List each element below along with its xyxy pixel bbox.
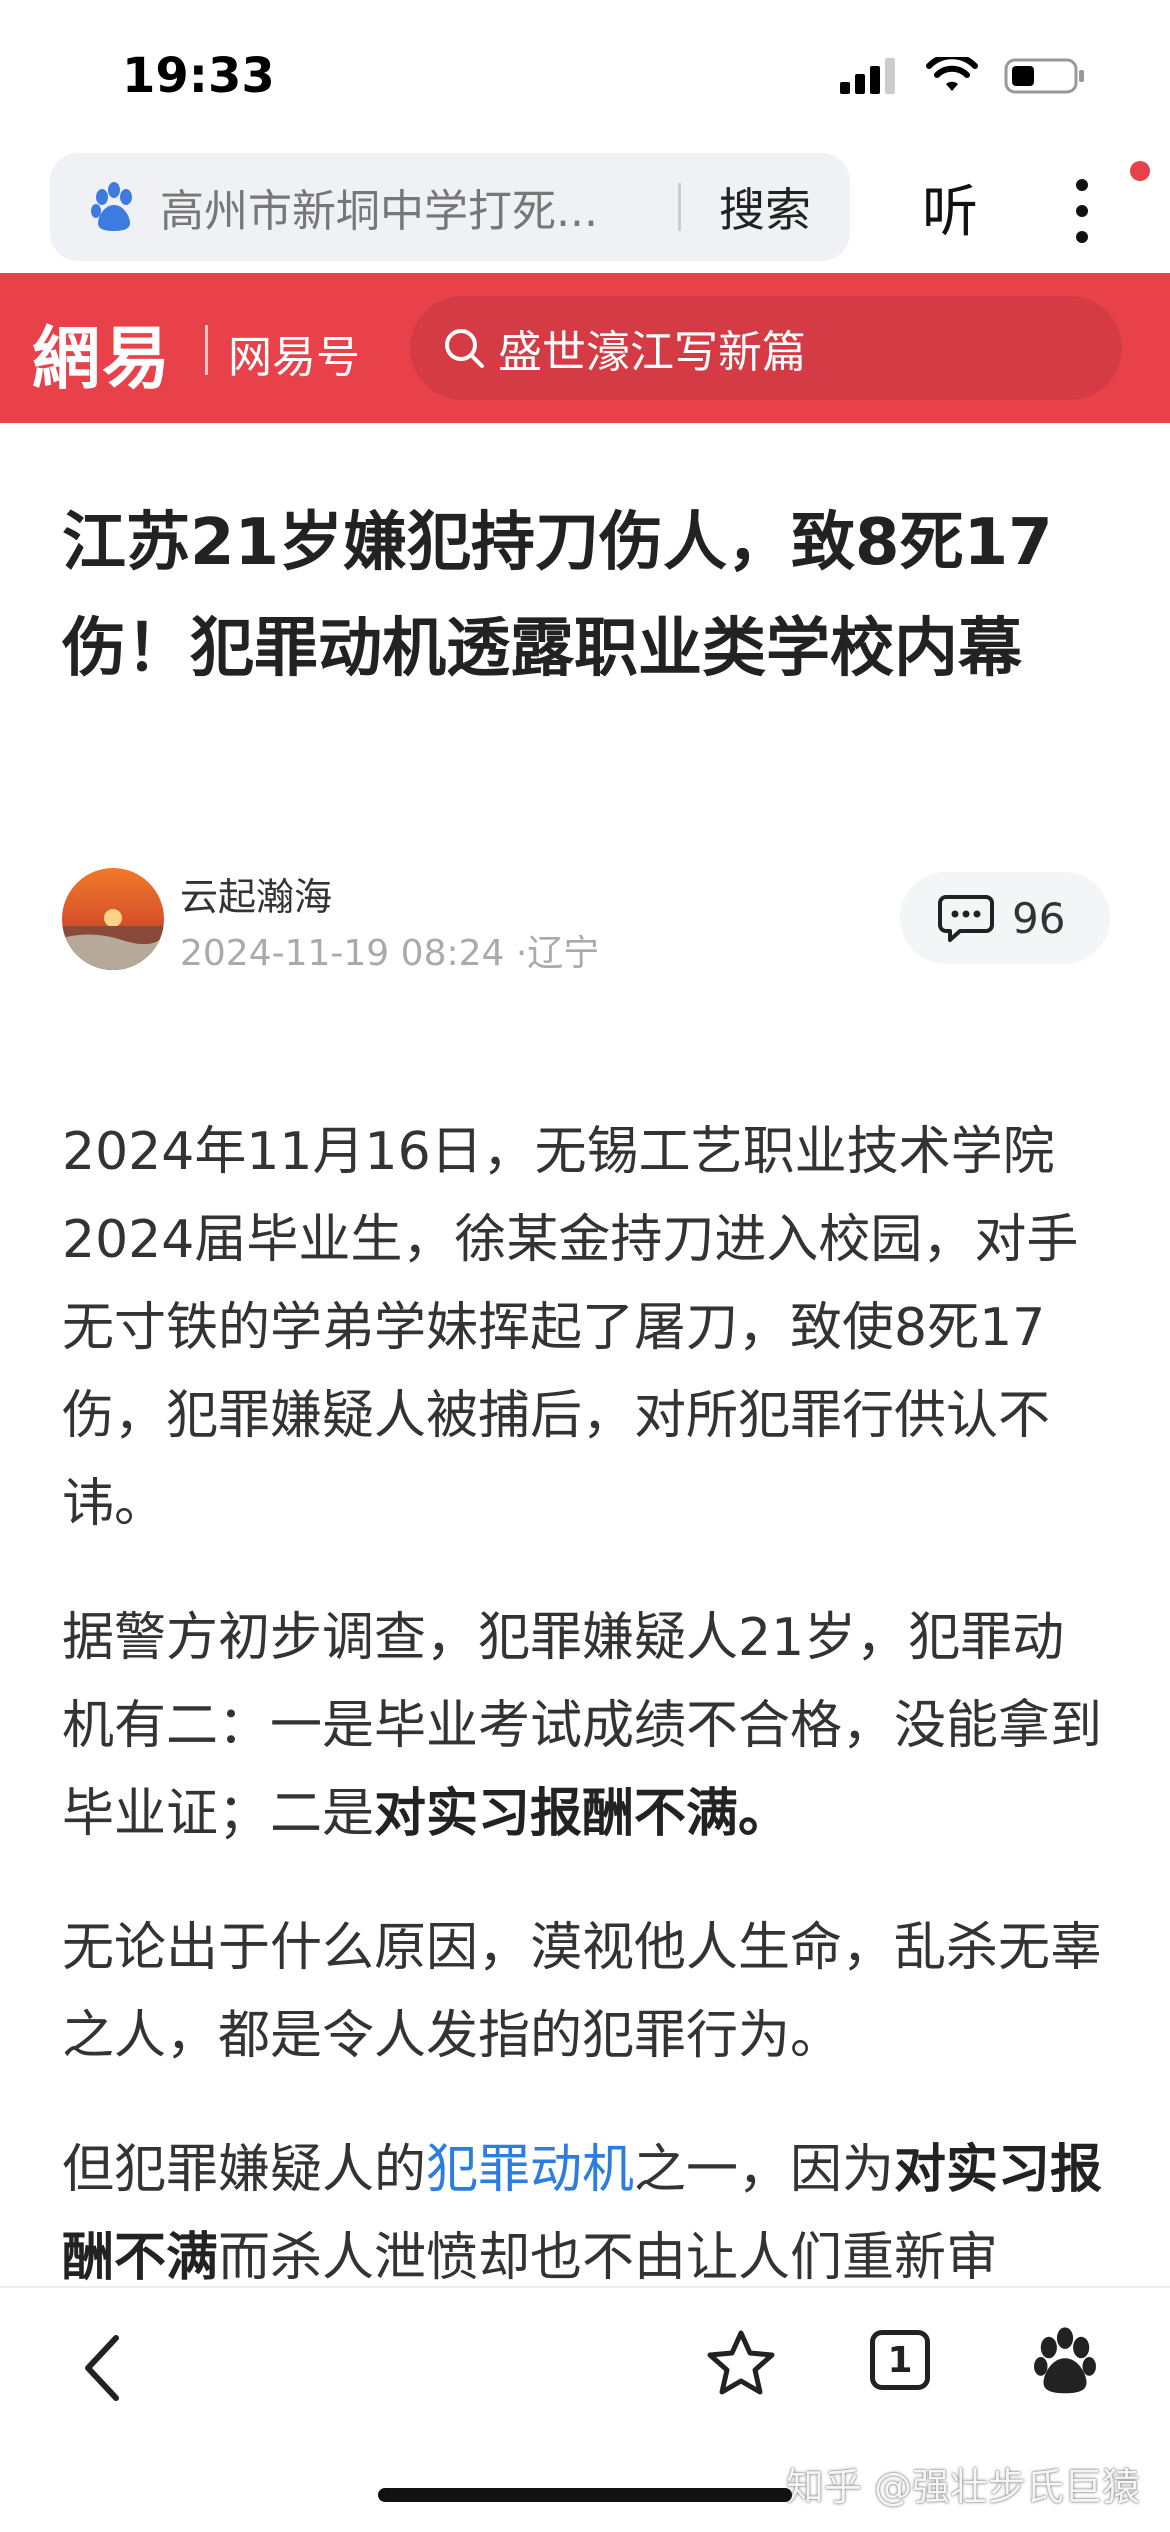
author-avatar[interactable] xyxy=(62,868,164,970)
sunset-avatar-image xyxy=(62,868,164,970)
app-root: 19:33 高州市新垌中学打死... 搜索 听 網易 网易号 盛世濠江写新篇 江… xyxy=(0,0,1170,2532)
netease-logo[interactable]: 網易 xyxy=(32,303,172,402)
comment-icon xyxy=(938,895,994,942)
paragraph-4-text-d: 而杀人泄愤却也不由让人们重新审 xyxy=(218,2228,999,2288)
search-icon xyxy=(445,329,484,368)
paragraph-4: 但犯罪嫌疑人的犯罪动机之一，因为对实习报酬不满而杀人泄愤却也不由让人们重新审 xyxy=(62,2126,1112,2302)
wifi-icon xyxy=(926,57,978,91)
paragraph-2: 据警方初步调查，犯罪嫌疑人21岁，犯罪动机有二：一是毕业考试成绩不合格，没能拿到… xyxy=(62,1594,1112,1858)
listen-button[interactable]: 听 xyxy=(922,167,978,248)
netease-channel-label[interactable]: 网易号 xyxy=(228,321,360,385)
search-button[interactable]: 搜索 xyxy=(719,174,811,240)
status-bar: 19:33 xyxy=(0,0,1170,145)
zhihu-watermark: 知乎 @强壮步氏巨猿 xyxy=(785,2465,1140,2509)
article-title: 江苏21岁嫌犯持刀伤人，致8死17伤！犯罪动机透露职业类学校内幕 xyxy=(62,506,1053,686)
battery-icon xyxy=(1004,58,1084,94)
paragraph-4-text-b: 之一，因为 xyxy=(634,2140,895,2200)
back-arrow-icon[interactable] xyxy=(72,2328,132,2408)
netease-search-box[interactable]: 盛世濠江写新篇 xyxy=(410,296,1122,400)
header-separator xyxy=(205,325,208,375)
baidu-paw-icon xyxy=(91,182,132,231)
status-time: 19:33 xyxy=(122,48,275,104)
netease-header: 網易 网易号 盛世濠江写新篇 xyxy=(0,273,1170,423)
crime-motive-link[interactable]: 犯罪动机 xyxy=(426,2140,634,2200)
status-icons xyxy=(840,56,1086,96)
paragraph-1: 2024年11月16日，无锡工艺职业技术学院2024届毕业生，徐某金持刀进入校园… xyxy=(62,1122,1079,1534)
article-body: 2024年11月16日，无锡工艺职业技术学院2024届毕业生，徐某金持刀进入校园… xyxy=(62,1108,1112,2348)
paragraph-2-bold: 对实习报酬不满。 xyxy=(374,1784,791,1844)
paragraph-4-text-a: 但犯罪嫌疑人的 xyxy=(62,2140,427,2200)
netease-search-placeholder: 盛世濠江写新篇 xyxy=(498,327,806,378)
baidu-home-icon[interactable] xyxy=(1030,2326,1100,2396)
browser-bar: 高州市新垌中学打死... 搜索 听 xyxy=(0,145,1170,273)
home-indicator[interactable] xyxy=(378,2488,792,2502)
tabs-count-button[interactable]: 1 xyxy=(870,2330,930,2390)
author-name[interactable]: 云起瀚海 xyxy=(180,866,332,921)
favorite-star-icon[interactable] xyxy=(706,2328,776,2398)
comment-count: 96 xyxy=(1012,893,1066,943)
comment-button[interactable]: 96 xyxy=(900,872,1110,964)
browser-search-box[interactable]: 高州市新垌中学打死... 搜索 xyxy=(50,153,850,261)
search-query-text[interactable]: 高州市新垌中学打死... xyxy=(160,175,660,239)
more-menu-icon[interactable] xyxy=(1062,171,1102,251)
search-divider xyxy=(678,183,681,231)
article-meta: 2024-11-19 08:24 ·辽宁 xyxy=(180,933,600,974)
cellular-signal-icon xyxy=(840,58,895,94)
notification-dot xyxy=(1130,161,1150,181)
paragraph-3: 无论出于什么原因，漠视他人生命，乱杀无辜之人，都是令人发指的犯罪行为。 xyxy=(62,1918,1103,2066)
